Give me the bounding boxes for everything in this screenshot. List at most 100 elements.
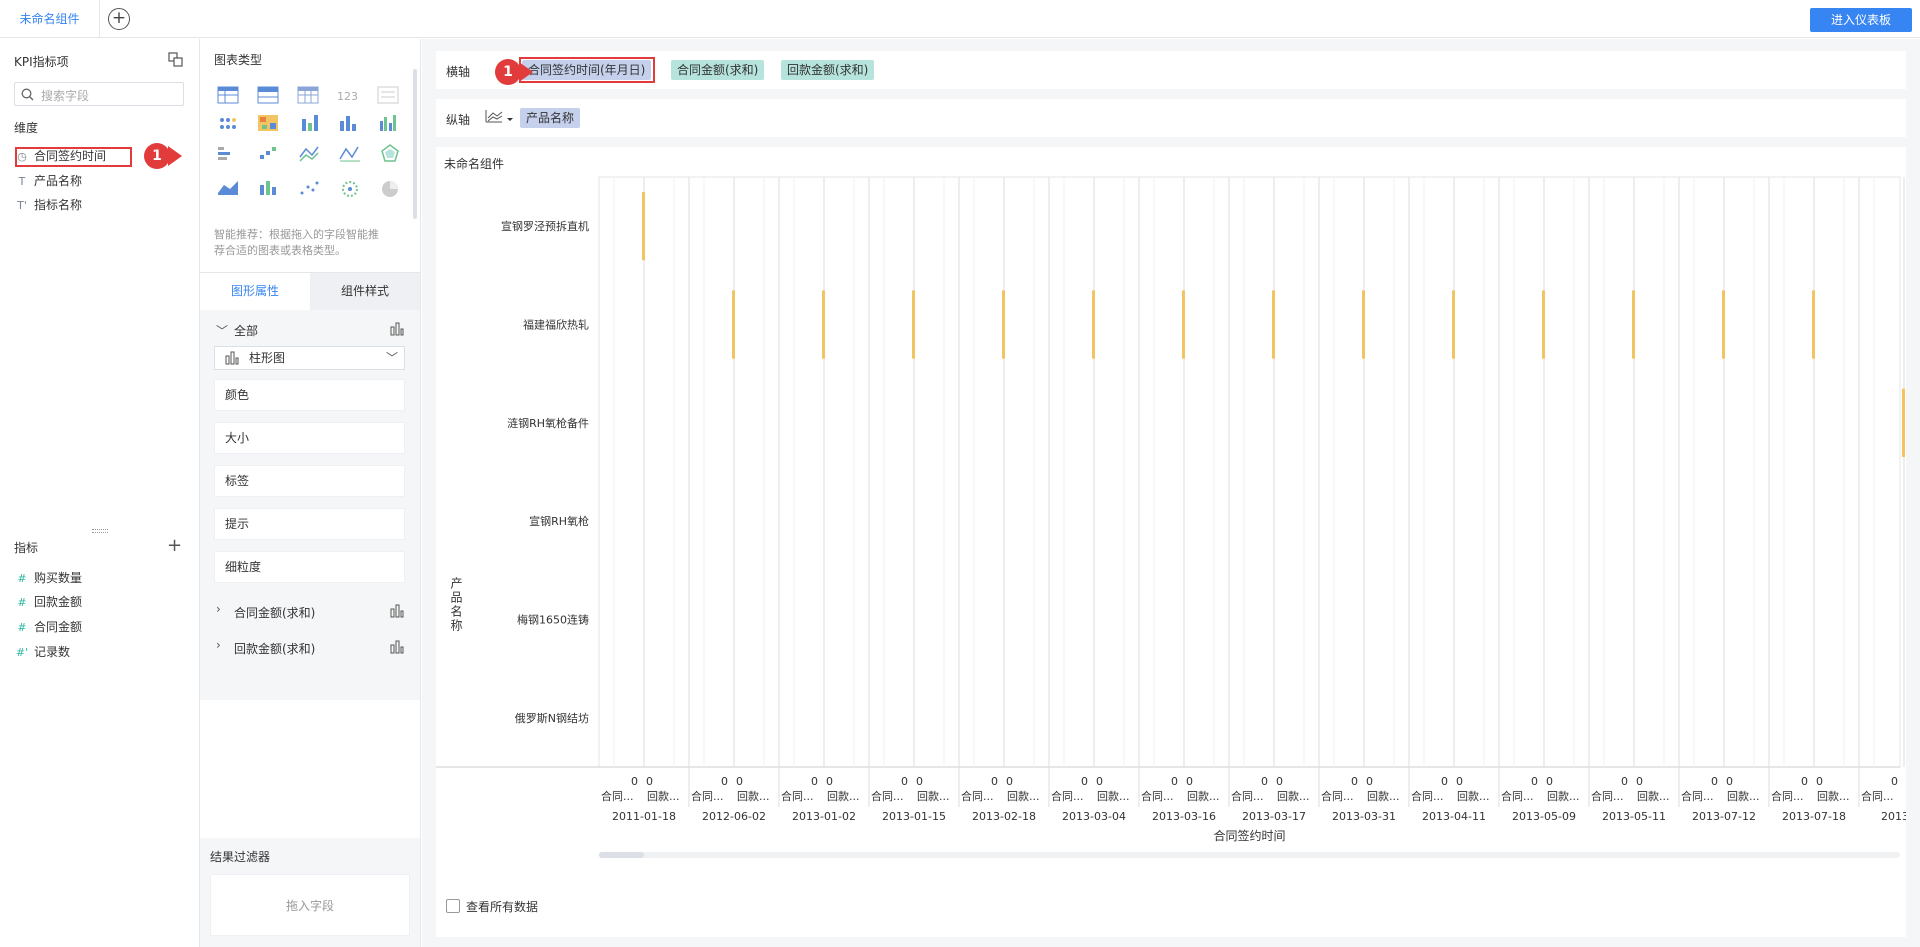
measure-item[interactable]: # 购买数量 [14,568,82,588]
chart-bar [1632,290,1635,359]
tab-component-style[interactable]: 组件样式 [310,273,420,310]
series-label[interactable]: 合同金额(求和) [234,604,315,621]
color-property[interactable]: 颜色 [214,379,405,411]
x-zero-label: 0 [1261,775,1268,788]
x-date-label: 2013-07-18 [1782,810,1846,823]
bar-type-icon [390,322,404,336]
tab-component[interactable]: 未命名组件 [0,0,100,38]
dimension-item[interactable]: T 产品名称 [14,171,82,191]
search-placeholder: 搜索字段 [41,89,90,103]
filter-drop-zone[interactable]: 拖入字段 [210,874,410,936]
dot-matrix-icon[interactable] [220,118,236,129]
x-zero-label: 0 [1276,775,1283,788]
highlight-box [15,147,132,167]
x-zero-label: 0 [1441,775,1448,788]
h-scrollbar-thumb[interactable] [599,852,644,858]
x-zero-label: 0 [1081,775,1088,788]
grouped-bar-icon[interactable] [380,115,396,131]
x-date-label: 2013-03-31 [1332,810,1396,823]
measure-item[interactable]: # 合同金额 [14,617,82,637]
pie-chart-icon[interactable] [382,181,398,197]
dimension-item[interactable]: T' 指标名称 [14,195,82,215]
text-icon: T' [17,199,27,212]
line-type-icon[interactable] [484,108,516,126]
add-tab-icon[interactable]: + [108,8,130,30]
x-zero-label: 0 [1096,775,1103,788]
number-icon: # [17,572,27,585]
x-zero-label: 0 [1816,775,1823,788]
x-sub-label: 回款... [917,789,950,803]
enter-dashboard-button[interactable]: 进入仪表板 [1810,8,1912,32]
y-field-pill[interactable]: 产品名称 [520,108,581,128]
granularity-property[interactable]: 细粒度 [214,551,405,583]
bar-type-icon [390,640,404,654]
tab-shape-properties[interactable]: 图形属性 [200,273,310,310]
bubble-icon[interactable] [342,181,358,197]
scatter-icon[interactable] [300,181,319,195]
bar-type-icon [390,604,404,618]
chart-type-grid[interactable]: 123 [214,85,414,225]
x-date-label: 2013-04-11 [1422,810,1486,823]
y-category-label: 宣钢RH氧枪 [529,514,589,528]
cross-table-icon[interactable] [257,86,279,104]
x-date-label: 2013-02-18 [972,810,1036,823]
chevron-right-icon[interactable]: › [216,602,221,616]
x-zero-label: 0 [916,775,923,788]
x-zero-label: 0 [1006,775,1013,788]
label-property[interactable]: 标签 [214,465,405,497]
chart-bar [912,290,915,359]
step-badge: 1 [495,59,521,85]
x-zero-label: 0 [811,775,818,788]
size-property[interactable]: 大小 [214,422,405,454]
resize-handle[interactable] [92,529,108,533]
y-category-label: 福建福欣热轧 [523,318,589,332]
search-input[interactable]: 搜索字段 [14,82,184,106]
x-zero-label: 0 [1711,775,1718,788]
radar-icon[interactable] [381,144,399,162]
x-zero-label: 0 [736,775,743,788]
chart-bar [1092,290,1095,359]
view-all-checkbox[interactable] [446,899,460,913]
switch-icon[interactable] [168,52,183,67]
x-axis-row: 横轴 合同签约时间(年月日) 合同金额(求和) 回款金额(求和) [436,51,1906,89]
chart-type-select[interactable]: 柱形图 ﹀ [214,346,405,370]
x-field-pill[interactable]: 合同金额(求和) [671,60,765,80]
measure-item[interactable]: #' 记录数 [14,642,70,662]
dimension-label: 产品名称 [34,174,83,188]
all-label: 全部 [234,324,259,338]
horizontal-bar-icon[interactable] [218,147,230,160]
step-icon[interactable] [260,147,276,159]
text-chart-icon[interactable] [377,86,399,104]
measure-label: 合同金额 [34,620,83,634]
detail-table-icon[interactable] [297,86,319,104]
measure-label: 回款金额 [34,595,83,609]
x-zero-label: 0 [826,775,833,788]
filter-title: 结果过滤器 [210,850,271,864]
scrollbar[interactable] [413,69,417,219]
area-chart-icon[interactable] [218,181,238,195]
chevron-down-icon[interactable]: ﹀ [216,322,228,339]
x-zero-label: 0 [1636,775,1643,788]
scatter-bar-icon[interactable] [302,115,318,131]
measure-item[interactable]: # 回款金额 [14,592,82,612]
series-label[interactable]: 回款金额(求和) [234,640,315,657]
y-category-label: 梅钢1650连铸 [517,613,589,627]
dimension-label: 指标名称 [34,198,83,212]
x-date-label: 2013-07 [1881,810,1906,823]
x-zero-label: 0 [1531,775,1538,788]
line-chart-icon[interactable] [299,146,319,162]
x-field-pill[interactable]: 回款金额(求和) [781,60,875,80]
table-icon[interactable] [217,86,239,104]
x-zero-label: 0 [1186,775,1193,788]
area-line-icon[interactable] [339,146,360,162]
tooltip-property[interactable]: 提示 [214,508,405,540]
x-sub-label: 回款... [647,789,680,803]
kpi-number-icon[interactable]: 123 [337,90,358,103]
heatmap-icon[interactable] [258,115,278,131]
x-zero-label: 0 [1366,775,1373,788]
chart-bar [1812,290,1815,359]
add-measure-icon[interactable]: + [167,535,182,556]
chevron-right-icon[interactable]: › [216,638,221,652]
bar-chart-icon[interactable] [340,116,356,131]
stacked-bar-icon[interactable] [260,181,276,195]
